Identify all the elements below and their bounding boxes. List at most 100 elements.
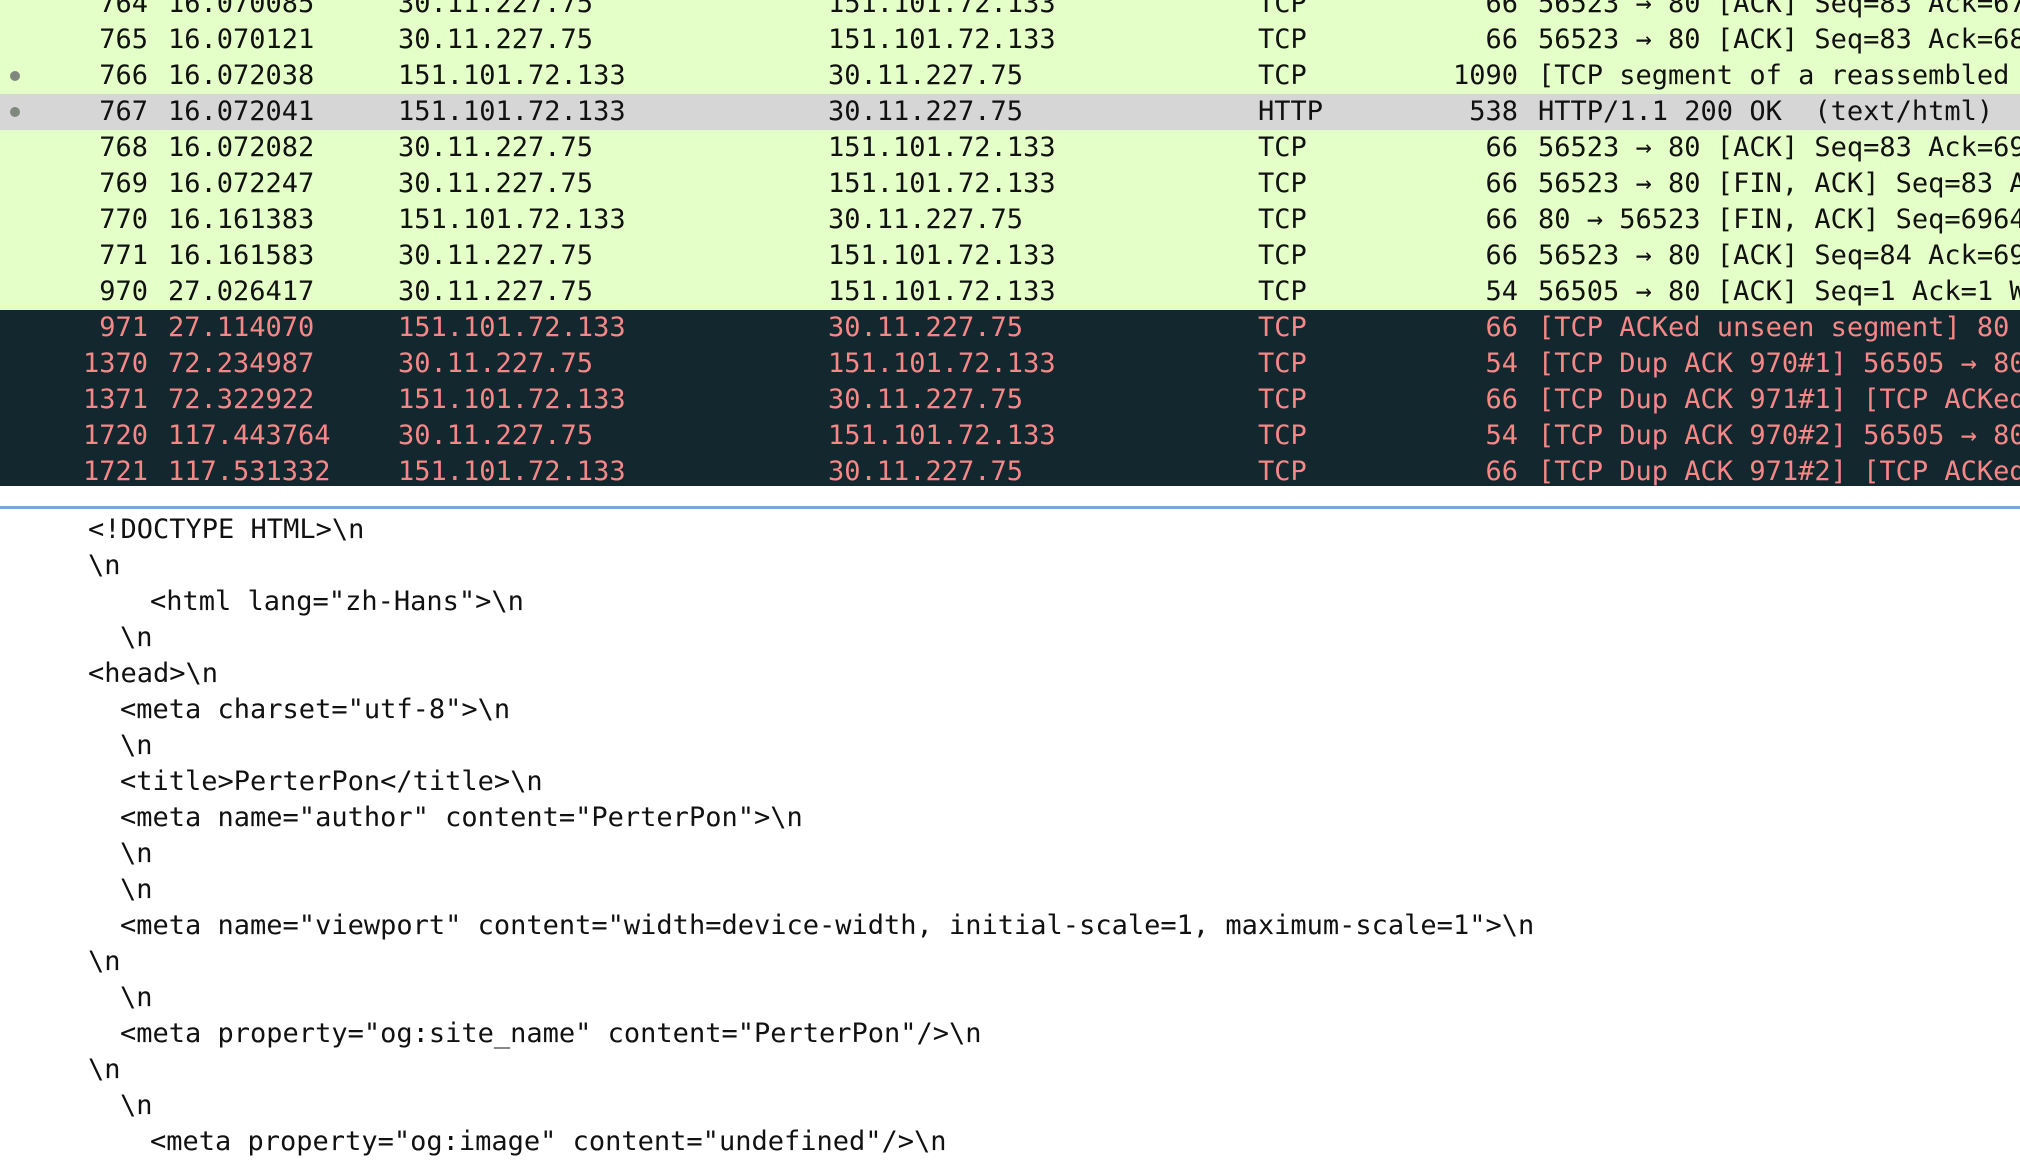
packet-len-cell: 54 (1485, 276, 1518, 307)
bytes-text-line: \n (120, 982, 153, 1013)
packet-no-cell: 1371 (82, 384, 148, 415)
packet-len-cell: 66 (1485, 312, 1518, 343)
bytes-text-line: <meta name="author" content="PerterPon">… (120, 802, 803, 833)
packet-proto-cell: TCP (1258, 348, 1307, 379)
packet-no-cell: 767 (99, 96, 148, 127)
packet-src-cell: 151.101.72.133 (398, 60, 626, 91)
bytes-text-line: <meta name="viewport" content="width=dev… (120, 910, 1535, 941)
packet-row[interactable]: 971 27.114070 151.101.72.133 30.11.227.75 TC… (0, 310, 2020, 346)
packet-no-cell: 770 (99, 204, 148, 235)
packet-len-cell: 66 (1485, 456, 1518, 486)
packet-info-cell: HTTP/1.1 200 OK (text/html) (1538, 96, 1994, 127)
packet-row[interactable]: 1371 72.322922 151.101.72.133 30.11.227.75 T… (0, 382, 2020, 418)
bytes-text-line: <!DOCTYPE HTML>\n (88, 514, 365, 545)
packet-proto-cell: TCP (1258, 240, 1307, 271)
packet-dst-cell: 30.11.227.75 (828, 456, 1024, 486)
packet-dst-cell: 151.101.72.133 (828, 348, 1056, 379)
packet-dst-cell: 30.11.227.75 (828, 312, 1024, 343)
packet-proto-cell: TCP (1258, 204, 1307, 235)
packet-dst-cell: 151.101.72.133 (828, 276, 1056, 307)
packet-dst-cell: 30.11.227.75 (828, 96, 1024, 127)
packet-proto-cell: TCP (1258, 384, 1307, 415)
packet-row[interactable]: 767 16.072041 151.101.72.133 30.11.227.75 HT… (0, 94, 2020, 130)
packet-no-cell: 765 (99, 24, 148, 55)
packet-time-cell: 16.072041 (168, 96, 315, 127)
packet-row[interactable]: 1721 117.531332 151.101.72.133 30.11.227.75… (0, 454, 2020, 486)
packet-info-cell: 56523 → 80 [ACK] Seq=83 Ack=696 (1538, 132, 2020, 163)
packet-len-cell: 66 (1485, 0, 1518, 19)
packet-src-cell: 151.101.72.133 (398, 204, 626, 235)
packet-no-cell: 764 (99, 0, 148, 19)
packet-row[interactable]: 764 16.070085 30.11.227.75 151.101.72.133 TC… (0, 0, 2020, 22)
packet-bytes-pane[interactable]: <!DOCTYPE HTML>\n \n <html lang="zh-Hans">… (0, 512, 2020, 1160)
packet-no-cell: 1720 (82, 420, 148, 451)
packet-len-cell: 538 (1469, 96, 1518, 127)
packet-len-cell: 66 (1485, 24, 1518, 55)
packet-info-cell: [TCP ACKed unseen segment] 80 → (1538, 312, 2020, 343)
packet-dst-cell: 30.11.227.75 (828, 384, 1024, 415)
packet-row[interactable]: 766 16.072038 151.101.72.133 30.11.227.75 TC… (0, 58, 2020, 94)
packet-info-cell: [TCP Dup ACK 971#2] [TCP ACKed (1538, 456, 2020, 486)
packet-len-cell: 66 (1485, 132, 1518, 163)
packet-row[interactable]: 765 16.070121 30.11.227.75 151.101.72.133 TC… (0, 22, 2020, 58)
packet-dst-cell: 30.11.227.75 (828, 60, 1024, 91)
packet-info-cell: 56523 → 80 [ACK] Seq=84 Ack=696 (1538, 240, 2020, 271)
packet-time-cell: 117.443764 (168, 420, 331, 451)
packet-len-cell: 1090 (1452, 60, 1518, 91)
packet-len-cell: 66 (1485, 168, 1518, 199)
bytes-text-line: <head>\n (88, 658, 219, 689)
packet-time-cell: 16.070121 (168, 24, 315, 55)
packet-src-cell: 151.101.72.133 (398, 312, 626, 343)
packet-row[interactable]: 768 16.072082 30.11.227.75 151.101.72.133 TC… (0, 130, 2020, 166)
packet-src-cell: 30.11.227.75 (398, 0, 594, 19)
packet-time-cell: 16.072082 (168, 132, 315, 163)
packet-src-cell: 30.11.227.75 (398, 132, 594, 163)
packet-info-cell: 56523 → 80 [ACK] Seq=83 Ack=679 (1538, 0, 2020, 19)
bytes-text-line: <meta property="og:site_name" content="P… (120, 1018, 982, 1049)
bytes-text-line: \n (120, 730, 153, 761)
packet-info-cell: 56523 → 80 [FIN, ACK] Seq=83 Ac (1538, 168, 2020, 199)
packet-time-cell: 72.234987 (168, 348, 315, 379)
packet-info-cell: [TCP segment of a reassembled P (1538, 60, 2020, 91)
packet-no-cell: 970 (99, 276, 148, 307)
packet-time-cell: 16.072247 (168, 168, 315, 199)
bytes-text-line: \n (88, 1054, 121, 1085)
conversation-marker-icon (10, 71, 20, 81)
packet-time-cell: 16.070085 (168, 0, 315, 19)
bytes-text-line: \n (120, 1090, 153, 1121)
packet-src-cell: 30.11.227.75 (398, 24, 594, 55)
pane-gap (0, 486, 2020, 508)
packet-proto-cell: TCP (1258, 276, 1307, 307)
packet-no-cell: 1370 (82, 348, 148, 379)
packet-row[interactable]: 769 16.072247 30.11.227.75 151.101.72.133 TC… (0, 166, 2020, 202)
packet-proto-cell: TCP (1258, 24, 1307, 55)
packet-no-cell: 766 (99, 60, 148, 91)
packet-time-cell: 16.161383 (168, 204, 315, 235)
packet-list[interactable]: 764 16.070085 30.11.227.75 151.101.72.133 TC… (0, 0, 2020, 486)
packet-len-cell: 66 (1485, 204, 1518, 235)
packet-proto-cell: TCP (1258, 456, 1307, 486)
packet-len-cell: 66 (1485, 384, 1518, 415)
packet-proto-cell: TCP (1258, 168, 1307, 199)
packet-row[interactable]: 970 27.026417 30.11.227.75 151.101.72.133 TC… (0, 274, 2020, 310)
packet-no-cell: 1721 (82, 456, 148, 486)
packet-row[interactable]: 1720 117.443764 30.11.227.75 151.101.72.133… (0, 418, 2020, 454)
packet-time-cell: 16.161583 (168, 240, 315, 271)
pane-divider[interactable] (0, 506, 2020, 509)
packet-dst-cell: 151.101.72.133 (828, 168, 1056, 199)
packet-no-cell: 771 (99, 240, 148, 271)
packet-row[interactable]: 770 16.161383 151.101.72.133 30.11.227.75 TC… (0, 202, 2020, 238)
packet-src-cell: 151.101.72.133 (398, 96, 626, 127)
packet-src-cell: 30.11.227.75 (398, 240, 594, 271)
bytes-text-line: <meta charset="utf-8">\n (120, 694, 511, 725)
bytes-text-line: <html lang="zh-Hans">\n (150, 586, 524, 617)
packet-row[interactable]: 1370 72.234987 30.11.227.75 151.101.72.133 T… (0, 346, 2020, 382)
packet-proto-cell: HTTP (1258, 96, 1324, 127)
packet-len-cell: 54 (1485, 348, 1518, 379)
packet-info-cell: 56505 → 80 [ACK] Seq=1 Ack=1 Wi (1538, 276, 2020, 307)
bytes-text-line: \n (120, 838, 153, 869)
packet-proto-cell: TCP (1258, 420, 1307, 451)
packet-time-cell: 72.322922 (168, 384, 315, 415)
packet-time-cell: 27.026417 (168, 276, 315, 307)
packet-row[interactable]: 771 16.161583 30.11.227.75 151.101.72.133 TC… (0, 238, 2020, 274)
